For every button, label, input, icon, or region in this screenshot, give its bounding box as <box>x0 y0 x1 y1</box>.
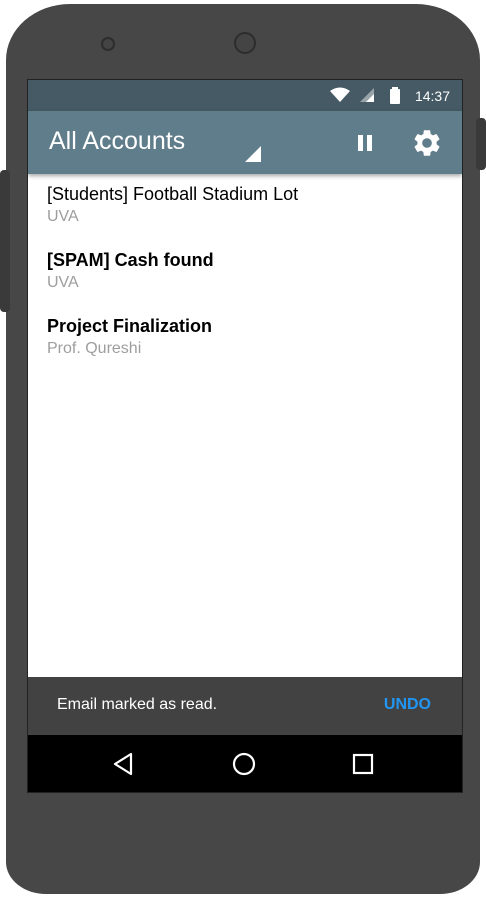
navigation-bar <box>28 735 462 792</box>
message-subject: Project Finalization <box>47 316 213 336</box>
home-button[interactable] <box>229 749 259 779</box>
message-item[interactable]: [SPAM] Cash found UVA <box>28 240 462 306</box>
battery-icon <box>390 87 400 104</box>
wifi-icon <box>330 87 350 102</box>
message-item[interactable]: Project Finalization Prof. Qureshi <box>28 306 462 372</box>
front-camera <box>234 32 256 54</box>
spinner-dropdown-icon[interactable] <box>245 146 261 162</box>
message-list: [Students] Football Stadium Lot UVA [SPA… <box>28 174 462 372</box>
snackbar-message: Email marked as read. <box>57 696 218 713</box>
message-sender: UVA <box>47 208 79 225</box>
pause-button[interactable] <box>349 127 381 159</box>
message-subject: [SPAM] Cash found <box>47 250 214 270</box>
recents-icon <box>352 753 374 775</box>
message-sender: Prof. Qureshi <box>47 340 142 357</box>
back-icon <box>113 752 133 776</box>
status-time: 14:37 <box>414 88 450 104</box>
message-subject: [Students] Football Stadium Lot <box>47 184 299 204</box>
undo-button[interactable]: UNDO <box>384 696 431 714</box>
app-toolbar: All Accounts <box>28 111 462 174</box>
phone-screen: 14:37 All Accounts [Students] Football S… <box>27 79 463 793</box>
snackbar: Email marked as read. UNDO <box>28 677 462 735</box>
message-item[interactable]: [Students] Football Stadium Lot UVA <box>28 174 462 240</box>
cell-signal-icon <box>360 88 374 102</box>
home-icon <box>232 752 256 776</box>
account-spinner-title[interactable]: All Accounts <box>49 127 185 156</box>
back-button[interactable] <box>109 749 139 779</box>
settings-button[interactable] <box>411 127 443 159</box>
front-sensor <box>101 37 115 51</box>
message-sender: UVA <box>47 274 79 291</box>
recents-button[interactable] <box>348 749 378 779</box>
status-bar: 14:37 <box>28 80 462 111</box>
gear-icon <box>414 130 440 156</box>
volume-button <box>0 170 10 312</box>
power-button <box>476 118 486 170</box>
pause-icon <box>358 135 372 151</box>
